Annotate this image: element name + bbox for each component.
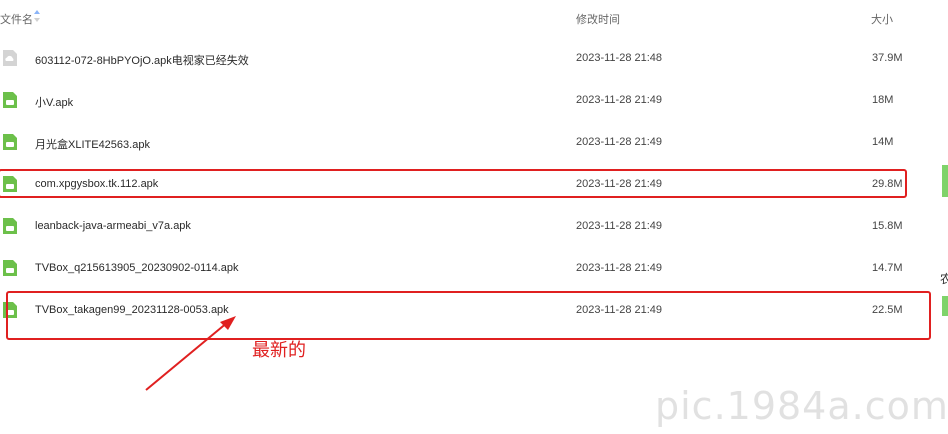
file-row[interactable]: 小V.apk 2023-11-28 21:49 18M — [0, 79, 940, 121]
side-panel-edge — [942, 296, 948, 316]
column-header-size[interactable]: 大小 — [871, 11, 893, 27]
file-modified-time: 2023-11-28 21:49 — [576, 262, 663, 274]
column-header-name[interactable]: 文件名 — [0, 11, 33, 27]
file-row[interactable]: 月光盒XLITE42563.apk 2023-11-28 21:49 14M — [0, 121, 940, 163]
file-size: 14M — [872, 136, 894, 148]
file-name[interactable]: TVBox_q215613905_20230902-0114.apk — [35, 262, 238, 274]
apk-file-icon — [3, 260, 17, 276]
clipped-edge-text: 农 — [939, 272, 948, 286]
file-list-header: 文件名 修改时间 大小 — [0, 0, 948, 36]
column-header-modified-time[interactable]: 修改时间 — [576, 11, 620, 27]
file-modified-time: 2023-11-28 21:49 — [576, 220, 663, 232]
file-modified-time: 2023-11-28 21:49 — [576, 136, 663, 148]
file-row[interactable]: TVBox_q215613905_20230902-0114.apk 2023-… — [0, 247, 940, 289]
file-size: 14.7M — [872, 262, 903, 274]
annotation-arrow-icon — [145, 316, 236, 391]
apk-file-icon — [3, 218, 17, 234]
file-modified-time: 2023-11-28 21:49 — [576, 94, 663, 106]
annotation-label: 最新的 — [252, 340, 306, 361]
file-row[interactable]: leanback-java-armeabi_v7a.apk 2023-11-28… — [0, 205, 940, 247]
cloud-file-icon — [3, 50, 17, 66]
watermark: pic.1984a.com — [655, 384, 948, 428]
file-size: 37.9M — [872, 52, 903, 64]
file-modified-time: 2023-11-28 21:48 — [576, 52, 663, 64]
apk-file-icon — [3, 92, 17, 108]
file-row[interactable]: 603112-072-8HbPYOjO.apk电视家已经失效 2023-11-2… — [0, 37, 940, 79]
side-panel-edge — [942, 165, 948, 197]
sort-arrow-icon[interactable] — [33, 9, 41, 23]
file-name[interactable]: 603112-072-8HbPYOjO.apk电视家已经失效 — [35, 52, 249, 68]
file-name[interactable]: leanback-java-armeabi_v7a.apk — [35, 220, 191, 232]
file-size: 18M — [872, 94, 894, 106]
highlight-box — [0, 169, 907, 198]
file-name[interactable]: 月光盒XLITE42563.apk — [35, 136, 150, 152]
file-size: 15.8M — [872, 220, 903, 232]
apk-file-icon — [3, 134, 17, 150]
file-name[interactable]: 小V.apk — [35, 94, 73, 110]
